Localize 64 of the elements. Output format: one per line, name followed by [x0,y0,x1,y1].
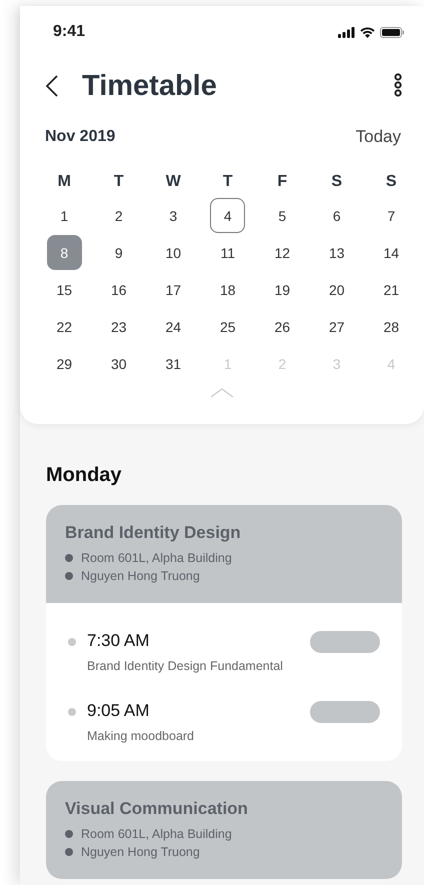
calendar-day[interactable]: 24 [156,309,191,344]
today-link[interactable]: Today [356,127,401,147]
calendar-day[interactable]: 10 [156,235,191,270]
calendar-day[interactable]: 22 [46,309,82,344]
weekday-label: F [277,172,288,192]
calendar-day[interactable]: 18 [210,272,246,307]
calendar-day[interactable]: 29 [46,346,82,381]
calendar-day[interactable]: 11 [210,235,246,270]
bullet-icon [68,708,76,716]
calendar-day[interactable]: 9 [101,235,136,270]
weekday-label: T [222,172,233,192]
signal-icon [338,26,355,38]
calendar-day[interactable]: 30 [101,346,136,381]
course-detail: Nguyen Hong Truong [81,569,200,583]
calendar-day[interactable]: 21 [374,272,409,307]
calendar-day[interactable]: 27 [319,309,354,344]
bullet-icon [68,638,76,646]
day-heading: Monday [46,464,123,487]
weekday-label: W [166,172,181,192]
calendar-day[interactable]: 12 [264,235,300,270]
wifi-icon [360,26,375,38]
weekday-label: S [331,172,342,192]
session-topic: Making moodboard [87,729,196,743]
status-pill [310,701,380,723]
battery-icon [380,26,404,38]
calendar-day[interactable]: 7 [374,198,409,233]
calendar-day[interactable]: 20 [319,272,354,307]
calendar-day[interactable]: 26 [264,309,300,344]
calendar-day[interactable]: 17 [156,272,191,307]
calendar-day[interactable]: 13 [319,235,354,270]
calendar-day[interactable]: 28 [374,309,409,344]
session-time: 9:05 AM [87,701,150,721]
session-topic: Brand Identity Design Fundamental [87,659,284,673]
course-detail: Nguyen Hong Truong [81,845,200,859]
session-time: 7:30 AM [87,631,150,651]
course-detail: Room 601L, Alpha Building [81,551,232,565]
course-detail: Room 601L, Alpha Building [81,827,232,841]
weekday-label: M [58,172,71,192]
calendar-day[interactable]: 1 [46,198,82,233]
more-button[interactable] [392,73,404,99]
calendar-day[interactable]: 25 [210,309,246,344]
course-title: Visual Communication [65,799,249,819]
calendar-day[interactable]: 23 [101,309,136,344]
calendar-day[interactable]: 4 [210,198,246,233]
calendar-day[interactable]: 3 [156,198,191,233]
status-pill [310,631,380,653]
bullet-icon [65,848,73,856]
weekday-label: S [386,172,397,192]
status-time: 9:41 [53,23,86,41]
calendar-day[interactable]: 14 [374,235,409,270]
calendar-day[interactable]: 31 [156,346,191,381]
calendar-day[interactable]: 19 [264,272,300,307]
calendar-day[interactable]: 15 [46,272,82,307]
bullet-icon [65,572,73,580]
page-title: Timetable [82,70,218,102]
course-title: Brand Identity Design [65,523,242,543]
calendar-day[interactable]: 16 [101,272,136,307]
bullet-icon [65,830,73,838]
bullet-icon [65,554,73,562]
calendar-day[interactable]: 6 [319,198,354,233]
calendar-day[interactable]: 5 [264,198,300,233]
month-label: Nov 2019 [45,128,116,146]
calendar-day[interactable]: 2 [101,198,136,233]
weekday-label: T [114,172,124,192]
